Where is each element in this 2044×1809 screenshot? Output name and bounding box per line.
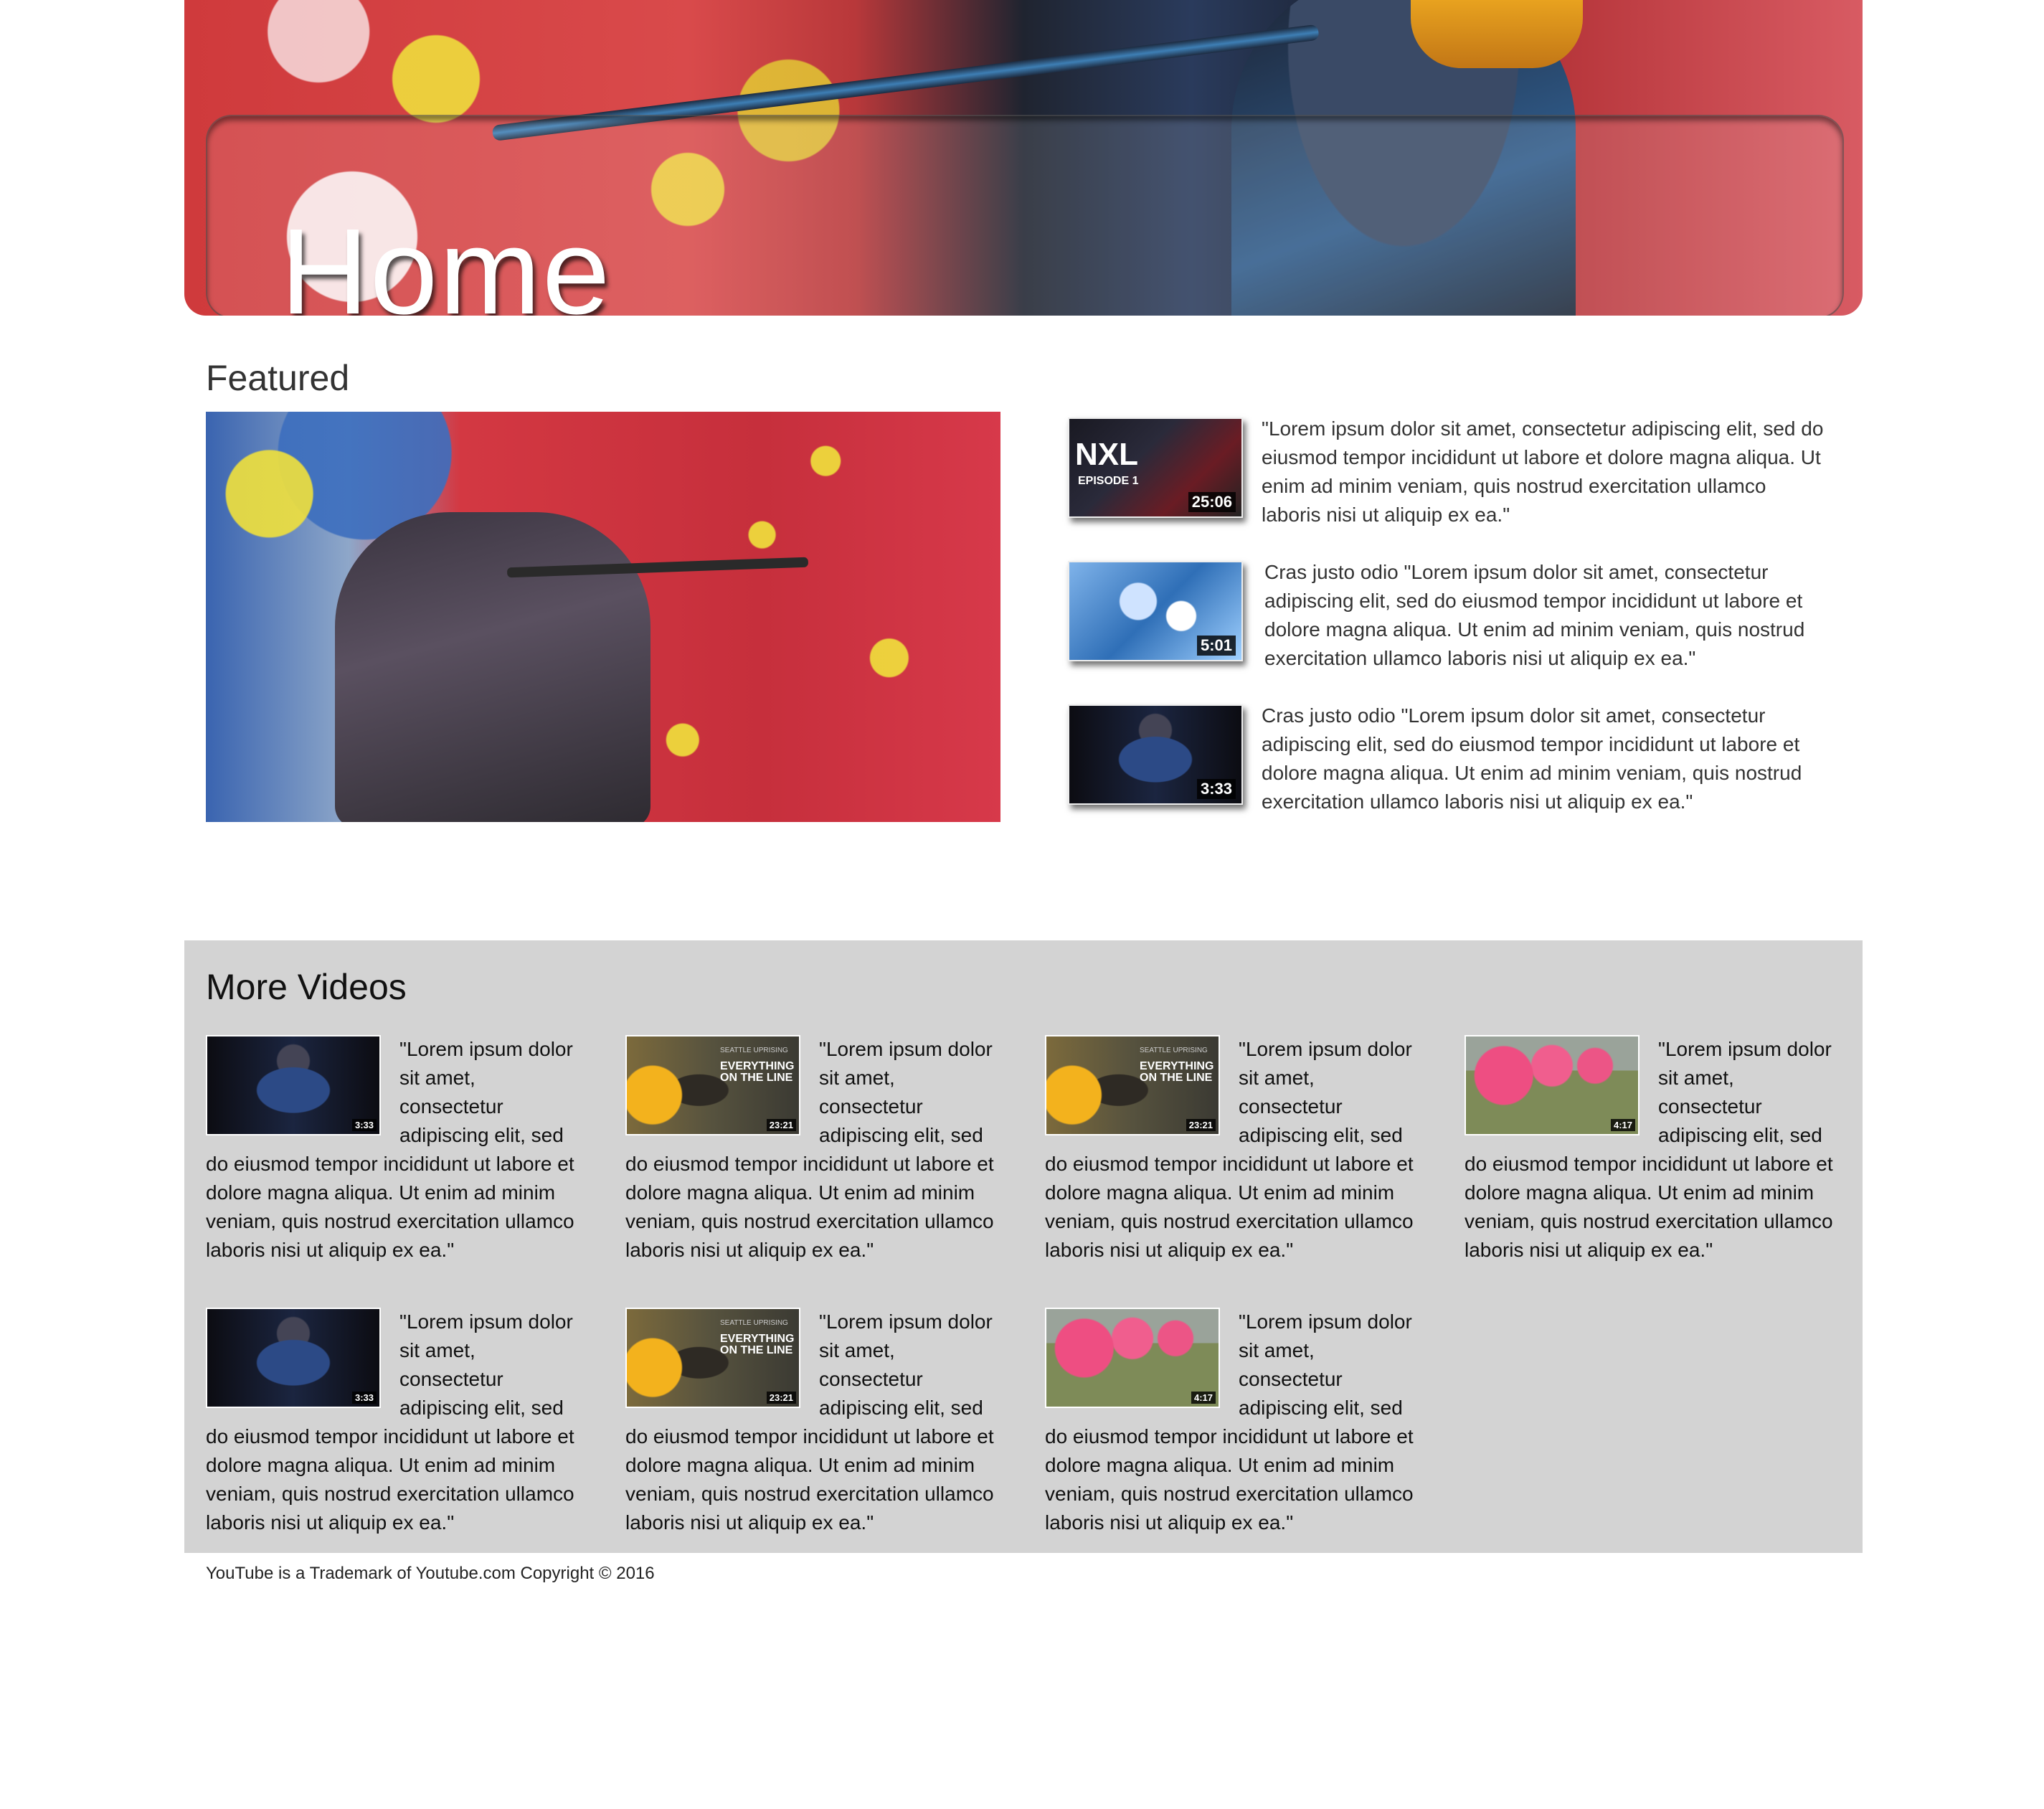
video-thumbnail[interactable]: SEATTLE UPRISING EVERYTHING ON THE LINE …	[1045, 1035, 1220, 1135]
thumbnail-title: EVERYTHING ON THE LINE	[720, 1333, 795, 1356]
more-videos-heading: More Videos	[206, 967, 407, 1007]
video-thumbnail[interactable]: 3:33	[206, 1308, 381, 1408]
video-thumbnail[interactable]: 4:17	[1045, 1308, 1220, 1408]
duration-badge: 23:21	[766, 1119, 796, 1131]
duration-badge: 25:06	[1188, 492, 1236, 512]
video-card: SEATTLE UPRISING EVERYTHING ON THE LINE …	[1045, 1035, 1424, 1265]
video-card: 3:33 "Lorem ipsum dolor sit amet, consec…	[206, 1035, 585, 1265]
thumbnail-title: EVERYTHING ON THE LINE	[1140, 1060, 1214, 1084]
thumbnail-caption: SEATTLE UPRISING	[720, 1319, 788, 1327]
hero-goggle-image	[1411, 0, 1583, 68]
featured-description: Cras justo odio "Lorem ipsum dolor sit a…	[1264, 561, 1805, 669]
duration-badge: 4:17	[1191, 1392, 1216, 1404]
footer-copyright: YouTube is a Trademark of Youtube.com Co…	[206, 1564, 655, 1583]
hero-banner: Home	[184, 0, 1863, 316]
thumbnail-caption: SEATTLE UPRISING	[720, 1047, 788, 1054]
video-thumbnail[interactable]: SEATTLE UPRISING EVERYTHING ON THE LINE …	[625, 1308, 800, 1408]
thumbnail-subtitle: EPISODE 1	[1078, 475, 1139, 487]
featured-video[interactable]	[206, 412, 1000, 822]
video-card: SEATTLE UPRISING EVERYTHING ON THE LINE …	[625, 1308, 1004, 1537]
video-card: 3:33 "Lorem ipsum dolor sit amet, consec…	[206, 1308, 585, 1537]
video-card: 4:17 "Lorem ipsum dolor sit amet, consec…	[1045, 1308, 1424, 1537]
video-thumbnail[interactable]: 4:17	[1465, 1035, 1640, 1135]
duration-badge: 5:01	[1196, 636, 1236, 656]
video-thumbnail[interactable]: SEATTLE UPRISING EVERYTHING ON THE LINE …	[625, 1035, 800, 1135]
duration-badge: 4:17	[1610, 1119, 1635, 1131]
thumbnail-title: NXL	[1075, 437, 1138, 472]
duration-badge: 23:21	[1186, 1119, 1216, 1131]
page-title: Home	[280, 203, 612, 316]
duration-badge: 3:33	[351, 1119, 377, 1131]
thumbnail-title: EVERYTHING ON THE LINE	[720, 1060, 795, 1084]
video-card: 4:17 "Lorem ipsum dolor sit amet, consec…	[1465, 1035, 1843, 1265]
featured-description: "Lorem ipsum dolor sit amet, consectetur…	[1262, 417, 1824, 526]
video-thumbnail[interactable]: 5:01	[1068, 561, 1243, 661]
video-thumbnail[interactable]: 3:33	[1068, 704, 1243, 805]
featured-description: Cras justo odio "Lorem ipsum dolor sit a…	[1262, 704, 1802, 813]
duration-badge: 3:33	[1196, 779, 1236, 799]
featured-heading: Featured	[206, 358, 350, 398]
video-card: SEATTLE UPRISING EVERYTHING ON THE LINE …	[625, 1035, 1004, 1265]
more-videos-section: More Videos 3:33 "Lorem ipsum dolor sit …	[184, 940, 1863, 1553]
thumbnail-caption: SEATTLE UPRISING	[1140, 1047, 1208, 1054]
duration-badge: 23:21	[766, 1392, 796, 1404]
duration-badge: 3:33	[351, 1392, 377, 1404]
featured-player-image	[335, 512, 650, 822]
video-thumbnail[interactable]: 3:33	[206, 1035, 381, 1135]
video-thumbnail[interactable]: NXL EPISODE 1 25:06	[1068, 417, 1243, 518]
